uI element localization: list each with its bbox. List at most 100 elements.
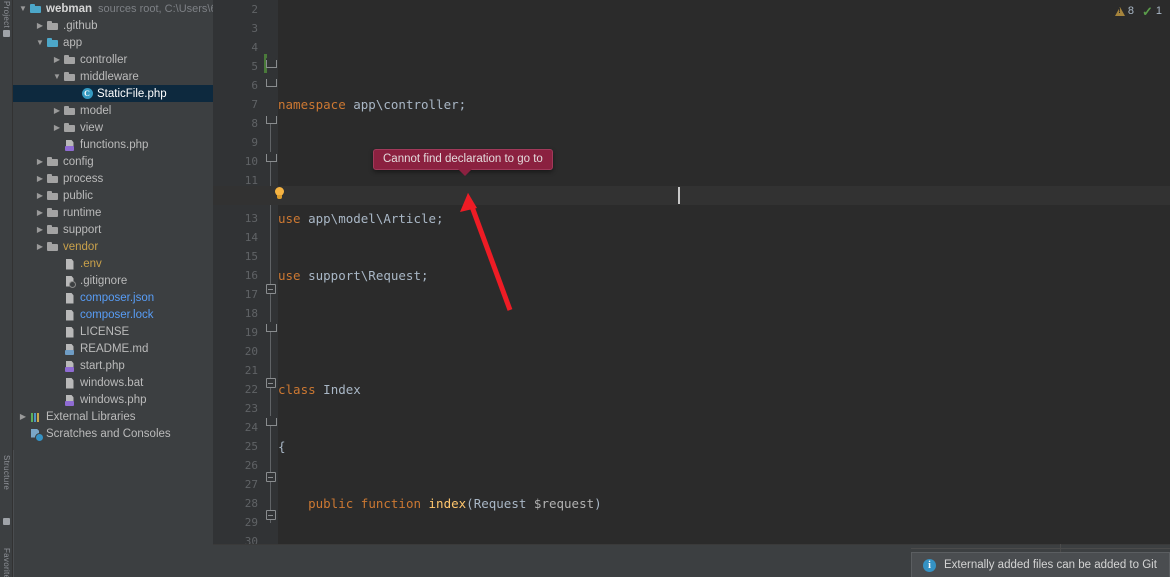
folder-icon xyxy=(46,240,60,254)
file-icon xyxy=(63,325,77,339)
tree-item-windows-bat[interactable]: windows.bat xyxy=(13,374,213,391)
tree-item-process[interactable]: ▶ process xyxy=(13,170,213,187)
tree-item-middleware[interactable]: ▼ middleware xyxy=(13,68,213,85)
fold-marker-json[interactable] xyxy=(265,416,277,426)
inspection-widget[interactable]: 8 ✓ 1 xyxy=(1114,3,1162,19)
tree-item-label: LICENSE xyxy=(80,325,130,338)
tree-item-staticfile-php[interactable]: StaticFile.php xyxy=(13,85,213,102)
tree-item-external-libraries[interactable]: ▶ External Libraries xyxy=(13,408,213,425)
line-number: 9 xyxy=(251,136,258,149)
tree-item-controller[interactable]: ▶ controller xyxy=(13,51,213,68)
tree-item-composer-json[interactable]: composer.json xyxy=(13,289,213,306)
tree-item-label: StaticFile.php xyxy=(97,87,167,100)
tree-item-license[interactable]: LICENSE xyxy=(13,323,213,340)
warning-count: 8 xyxy=(1127,5,1134,17)
line-number: 4 xyxy=(251,41,258,54)
info-icon: i xyxy=(923,558,936,572)
tree-item-view[interactable]: ▶ view xyxy=(13,119,213,136)
chevron-right-icon[interactable]: ▶ xyxy=(51,51,63,68)
fold-marker-view[interactable] xyxy=(265,322,277,332)
file-json-icon xyxy=(63,291,77,305)
tree-item-functions-php[interactable]: functions.php xyxy=(13,136,213,153)
chevron-down-icon[interactable]: ▼ xyxy=(34,34,46,51)
tree-item-model[interactable]: ▶ model xyxy=(13,102,213,119)
tree-item-label: webman xyxy=(46,2,93,15)
tree-item-webman[interactable]: ▼ webman sources root, C:\Users\6 xyxy=(13,0,213,17)
chevron-right-icon[interactable]: ▶ xyxy=(51,102,63,119)
line-number: 27 xyxy=(244,478,258,491)
fold-marker-class-end[interactable] xyxy=(265,510,276,520)
tree-item-support[interactable]: ▶ support xyxy=(13,221,213,238)
tree-item-runtime[interactable]: ▶ runtime xyxy=(13,204,213,221)
tree-item-label: view xyxy=(80,121,104,134)
tree-item-composer-lock[interactable]: composer.lock xyxy=(13,306,213,323)
code-line-10: public function index(Request $request) xyxy=(308,496,602,511)
tree-item-label: composer.lock xyxy=(80,308,154,321)
tree-item-config[interactable]: ▶ config xyxy=(13,153,213,170)
tree-item-scratches-and-consoles[interactable]: Scratches and Consoles xyxy=(13,425,213,442)
fold-marker-use-2[interactable] xyxy=(265,77,277,87)
tree-item-note: sources root, C:\Users\6 xyxy=(98,2,213,15)
tree-item-gitignore[interactable]: .gitignore xyxy=(13,272,213,289)
chevron-down-icon[interactable]: ▼ xyxy=(51,68,63,85)
tree-item-label: .env xyxy=(80,257,102,270)
check-icon: ✓ xyxy=(1141,3,1153,19)
fold-marker-class[interactable] xyxy=(265,114,277,124)
chevron-right-icon[interactable]: ▶ xyxy=(34,221,46,238)
chevron-down-icon[interactable]: ▼ xyxy=(17,0,29,17)
tree-item-label: External Libraries xyxy=(46,410,136,423)
tool-tab-structure[interactable]: Structure xyxy=(1,455,12,490)
code-line-5: use app\model\Article; xyxy=(278,211,444,226)
tree-item-public[interactable]: ▶ public xyxy=(13,187,213,204)
fold-marker-index-end[interactable] xyxy=(265,284,276,294)
chevron-right-icon[interactable]: ▶ xyxy=(34,153,46,170)
fold-marker-view-end[interactable] xyxy=(265,378,276,388)
tree-item-label: .github xyxy=(63,19,98,32)
line-number: 13 xyxy=(244,212,258,225)
line-number: 19 xyxy=(244,326,258,339)
tree-item-label: public xyxy=(63,189,94,202)
git-notification-balloon[interactable]: i Externally added files can be added to… xyxy=(911,552,1170,577)
code-line-3: namespace app\controller; xyxy=(278,97,467,112)
fold-marker-json-end[interactable] xyxy=(265,472,276,482)
code-line-6: use support\Request; xyxy=(278,268,429,283)
line-number: 17 xyxy=(244,288,258,301)
chevron-right-icon[interactable]: ▶ xyxy=(34,170,46,187)
chevron-right-icon[interactable]: ▶ xyxy=(34,187,46,204)
fold-marker-index[interactable] xyxy=(265,152,277,162)
structure-icon[interactable] xyxy=(3,518,10,525)
chevron-right-icon[interactable]: ▶ xyxy=(34,17,46,34)
tree-item-env[interactable]: .env xyxy=(13,255,213,272)
code-folding-strip[interactable] xyxy=(264,0,278,577)
line-number: 10 xyxy=(244,155,258,168)
tree-item-label: windows.php xyxy=(80,393,147,406)
project-tree-panel[interactable]: ▼ webman sources root, C:\Users\6 ▶ .github ▼… xyxy=(13,0,213,577)
chevron-right-icon[interactable]: ▶ xyxy=(34,204,46,221)
quickfix-bulb-icon[interactable] xyxy=(272,187,286,202)
chevron-right-icon[interactable]: ▶ xyxy=(51,119,63,136)
tree-item-label: .gitignore xyxy=(80,274,128,287)
line-number: 3 xyxy=(251,22,258,35)
chevron-right-icon[interactable]: ▶ xyxy=(17,408,29,425)
line-number: 20 xyxy=(244,345,258,358)
folder-icon xyxy=(63,104,77,118)
tree-item-github[interactable]: ▶ .github xyxy=(13,17,213,34)
tree-scroll-indicator[interactable] xyxy=(13,450,14,577)
line-number: 28 xyxy=(244,497,258,510)
line-number: 26 xyxy=(244,459,258,472)
code-editor[interactable]: 2345678910111213141516171819202122232425… xyxy=(213,0,1170,577)
chevron-right-icon[interactable]: ▶ xyxy=(34,238,46,255)
tool-tab-project[interactable]: Project xyxy=(1,1,12,28)
source-code[interactable]: namespace app\controller; use app\model\… xyxy=(278,0,1170,577)
tree-item-label: model xyxy=(80,104,112,117)
line-number: 25 xyxy=(244,440,258,453)
tree-item-vendor[interactable]: ▶ vendor xyxy=(13,238,213,255)
tree-item-app[interactable]: ▼ app xyxy=(13,34,213,51)
fold-marker-use-1[interactable] xyxy=(265,58,277,68)
tree-item-windows-php[interactable]: windows.php xyxy=(13,391,213,408)
project-icon[interactable] xyxy=(3,30,10,37)
tool-tab-favorites[interactable]: Favorites xyxy=(1,548,12,577)
class-c-icon xyxy=(80,87,94,101)
tree-item-readme-md[interactable]: README.md xyxy=(13,340,213,357)
tree-item-start-php[interactable]: start.php xyxy=(13,357,213,374)
